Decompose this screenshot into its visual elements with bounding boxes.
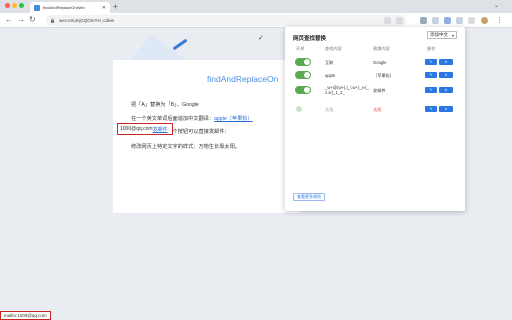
translation-link[interactable]: apple（苹果松） xyxy=(214,116,253,122)
rule-toggle[interactable] xyxy=(295,105,311,113)
more-rules-button[interactable]: 查看更多规则 xyxy=(293,193,325,201)
edit-button[interactable]: ✎ xyxy=(425,87,437,93)
demo-line-1-text: 把「A」替换为「B」、Google xyxy=(131,102,199,108)
header-find: 查找内容 xyxy=(325,46,342,51)
back-icon[interactable]: ← xyxy=(5,15,13,25)
header-enabled: 开关 xyxy=(296,46,305,51)
rule-find: 太阳 xyxy=(325,107,334,112)
profile-avatar[interactable] xyxy=(481,17,488,24)
demo-line-4-text: 修改网页上特定文字的样式：万物生长靠太阳。 xyxy=(131,144,240,150)
add-rule-select-value: 添加中文 xyxy=(430,32,448,37)
delete-button[interactable]: ✕ xyxy=(439,106,453,112)
forward-icon[interactable]: → xyxy=(17,15,25,25)
lock-icon xyxy=(51,18,54,23)
bookmark-star-icon[interactable] xyxy=(396,17,403,24)
window-close-button[interactable] xyxy=(5,3,10,8)
tab-search-icon[interactable]: ⌄ xyxy=(494,2,499,9)
new-tab-button[interactable]: + xyxy=(113,2,118,11)
extension-findreplace-icon[interactable] xyxy=(444,17,451,24)
url-text: wer.cn/umjCQOmYH ,cdeie xyxy=(59,18,115,23)
rule-toggle[interactable] xyxy=(295,86,311,94)
demo-line-2-prefix: 在一个英文单词后面追加中文翻译： xyxy=(131,116,215,122)
delete-button[interactable]: ✕ xyxy=(439,87,453,93)
extension-icon-1[interactable] xyxy=(420,17,427,24)
chevron-down-icon: ▾ xyxy=(451,32,454,38)
tab-strip: findAndReplaceOnWeb ✕ + ⌄ xyxy=(0,0,512,13)
extensions-puzzle-icon[interactable] xyxy=(456,17,463,24)
send-email-link[interactable]: 发邮件 xyxy=(153,126,168,133)
share-icon[interactable] xyxy=(384,17,391,24)
rule-replace: 太阳 xyxy=(373,107,382,112)
tab-title: findAndReplaceOnWeb xyxy=(43,5,85,10)
demo-line-1: 把「A」替换为「B」、Google xyxy=(131,101,199,108)
demo-line-4: 修改网页上特定文字的样式：万物生长靠太阳。 xyxy=(131,143,240,150)
window-minimize-button[interactable] xyxy=(12,3,17,8)
rule-row: 互联 Google ✎ ✕ xyxy=(285,55,465,69)
findreplace-popup: 网页查找替换 添加中文 ▾ 开关 查找内容 替换内容 操作 互联 Google … xyxy=(285,27,465,211)
reload-icon[interactable]: ↻ xyxy=(29,15,36,25)
rule-replace: Google xyxy=(373,60,387,65)
edit-button[interactable]: ✎ xyxy=(425,106,437,112)
rule-toggle[interactable] xyxy=(295,71,311,79)
rule-row: apple （苹果松） ✎ ✕ xyxy=(285,68,465,82)
demo-card: findAndReplaceOn 把「A」替换为「B」、Google 在一个英文… xyxy=(113,60,300,213)
rule-replace: （苹果松） xyxy=(373,73,394,78)
extension-icon-2[interactable] xyxy=(432,17,439,24)
browser-toolbar: ← → ↻ wer.cn/umjCQOmYH ,cdeie ⋮ xyxy=(0,13,512,28)
rule-toggle[interactable] xyxy=(295,58,311,66)
header-replace: 替换内容 xyxy=(373,46,390,51)
rule-replace: 发邮件 xyxy=(373,88,386,93)
link-status-bar: mailto:1000@qq.com xyxy=(0,311,51,320)
rule-find: 互联 xyxy=(325,60,334,65)
hero-decoration xyxy=(128,35,188,61)
header-actions: 操作 xyxy=(427,46,436,51)
rule-row: _w+@(w+).(_\.w+)_x-(_z.xr)_1_2_ 发邮件 ✎ ✕ xyxy=(285,83,465,99)
edit-button[interactable]: ✎ xyxy=(425,72,437,78)
delete-button[interactable]: ✕ xyxy=(439,59,453,65)
edit-button[interactable]: ✎ xyxy=(425,59,437,65)
demo-line-2: 在一个英文单词后面追加中文翻译：apple（苹果松） xyxy=(131,115,253,122)
add-rule-select[interactable]: 添加中文 ▾ xyxy=(427,31,457,39)
menu-kebab-icon[interactable]: ⋮ xyxy=(496,17,503,24)
tab-close-icon[interactable]: ✕ xyxy=(102,5,106,11)
browser-tab[interactable]: findAndReplaceOnWeb ✕ xyxy=(30,2,110,13)
rule-find: _w+@(w+).(_\.w+)_x-(_z.xr)_1_2_ xyxy=(325,85,369,95)
rule-find: apple xyxy=(325,73,336,78)
rule-row: 太阳 太阳 ✎ ✕ xyxy=(285,102,465,116)
sidepanel-icon[interactable] xyxy=(468,17,475,24)
page-favicon-icon xyxy=(34,4,40,11)
popup-title: 网页查找替换 xyxy=(293,36,327,42)
email-value: 1000@qq.com xyxy=(120,126,153,132)
address-bar[interactable]: wer.cn/umjCQOmYH ,cdeie xyxy=(46,15,406,26)
delete-button[interactable]: ✕ xyxy=(439,72,453,78)
page-title: findAndReplaceOn xyxy=(207,74,279,84)
email-highlight-box: 1000@qq.com 发邮件 xyxy=(117,123,173,135)
pencil-icon xyxy=(172,38,188,51)
window-maximize-button[interactable] xyxy=(19,3,24,8)
chevron-down-icon[interactable]: ✓ xyxy=(258,34,264,42)
